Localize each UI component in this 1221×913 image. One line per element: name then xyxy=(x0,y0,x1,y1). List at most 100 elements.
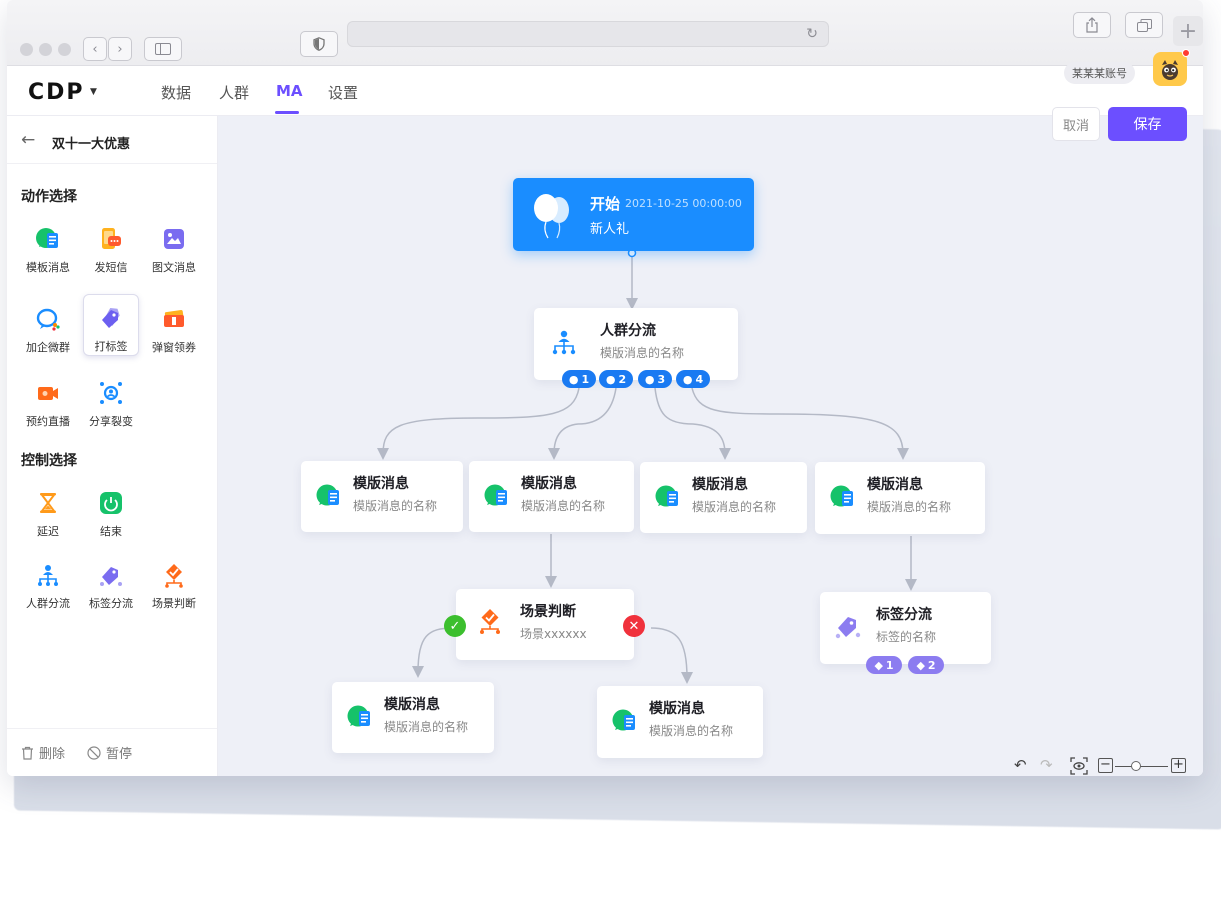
start-node[interactable]: 开始 2021-10-25 00:00:00 新人礼 xyxy=(513,178,754,251)
tool-delay[interactable]: 延迟 xyxy=(20,480,76,542)
tool-tag-split[interactable]: 标签分流 xyxy=(83,552,139,614)
undo-icon[interactable]: ↶ xyxy=(1014,756,1027,774)
reload-icon[interactable]: ↻ xyxy=(806,26,818,42)
chevron-down-icon[interactable]: ▼ xyxy=(90,87,97,97)
image-text-icon xyxy=(164,229,184,249)
left-panel: ← 双十一大优惠 动作选择 模板消息 发短信 图文消息 加企微群 打标签 弹窗领… xyxy=(7,116,218,776)
crowd-branch-4[interactable]: ● 4 xyxy=(676,370,710,388)
zoom-in-icon[interactable]: + xyxy=(1171,758,1186,773)
zoom-slider-handle[interactable] xyxy=(1131,761,1141,771)
trash-icon xyxy=(22,746,33,760)
sidebar-toggle-icon[interactable] xyxy=(144,37,182,61)
cdp-logo[interactable]: CDP xyxy=(28,80,85,105)
message-node-2[interactable]: 模版消息 模版消息的名称 xyxy=(469,461,634,532)
coupon-icon xyxy=(164,309,184,327)
edge-crowd-3 xyxy=(654,387,731,460)
message-subtitle: 模版消息的名称 xyxy=(384,720,469,734)
browser-forward-icon[interactable]: › xyxy=(108,37,132,61)
tag-branch-2[interactable]: ◆ 2 xyxy=(908,656,944,674)
pause-button[interactable]: 暂停 xyxy=(87,743,132,762)
share-icon[interactable] xyxy=(1073,12,1111,38)
message-node-1[interactable]: 模版消息 模版消息的名称 xyxy=(301,461,463,532)
tool-share-fission[interactable]: 分享裂变 xyxy=(83,370,139,432)
template-message-icon xyxy=(655,485,678,507)
tool-label: 模板消息 xyxy=(26,261,70,274)
branch-label: 2 xyxy=(618,372,627,386)
crowd-branch-1[interactable]: ● 1 xyxy=(562,370,596,388)
tabs-overview-icon[interactable] xyxy=(1125,12,1163,38)
branch-label: 2 xyxy=(927,658,936,672)
window-minimize-dot[interactable] xyxy=(39,43,52,56)
back-arrow-icon[interactable]: ← xyxy=(21,130,35,150)
no-branch-close-icon[interactable]: ✕ xyxy=(623,615,645,637)
tool-label: 分享裂变 xyxy=(89,415,133,428)
template-message-icon xyxy=(484,484,507,506)
tag-split-icon xyxy=(100,567,122,586)
tool-live-booking[interactable]: 预约直播 xyxy=(20,370,76,432)
window-close-dot[interactable] xyxy=(20,43,33,56)
tool-tag[interactable]: 打标签 xyxy=(83,294,139,356)
address-bar[interactable]: ↻ xyxy=(347,21,829,47)
app-header: CDP ▼ 数据 人群 MA 设置 某某某账号 xyxy=(7,49,1203,116)
message-title: 模版消息 xyxy=(353,476,409,492)
window-zoom-dot[interactable] xyxy=(58,43,71,56)
delete-button[interactable]: 删除 xyxy=(21,743,65,762)
message-node-3[interactable]: 模版消息 模版消息的名称 xyxy=(640,462,807,533)
tool-label: 标签分流 xyxy=(89,597,133,610)
shield-icon[interactable] xyxy=(300,31,338,57)
tool-scene-judge[interactable]: 场景判断 xyxy=(146,552,202,614)
tool-wecom-group[interactable]: 加企微群 xyxy=(20,296,76,358)
tool-sms[interactable]: 发短信 xyxy=(83,216,139,278)
zoom-slider-track[interactable] xyxy=(1115,766,1168,767)
tool-image-text[interactable]: 图文消息 xyxy=(146,216,202,278)
sms-icon xyxy=(102,228,121,249)
user-icon: ● xyxy=(605,372,616,386)
scene-judge-title: 场景判断 xyxy=(520,604,576,620)
tool-end[interactable]: 结束 xyxy=(83,480,139,542)
message-title: 模版消息 xyxy=(649,701,705,717)
branch-label: 3 xyxy=(657,372,666,386)
zoom-out-icon[interactable]: − xyxy=(1098,758,1113,773)
scene-judge-node[interactable]: 场景判断 场景xxxxxx xyxy=(456,589,634,660)
edge-crowd-1 xyxy=(377,387,580,460)
live-icon xyxy=(38,387,58,400)
preview-eye-icon[interactable] xyxy=(1070,757,1088,776)
tag-split-title: 标签分流 xyxy=(876,607,932,623)
pause-label: 暂停 xyxy=(106,747,133,762)
crowd-split-subtitle: 模版消息的名称 xyxy=(600,346,685,360)
tool-crowd-split[interactable]: 人群分流 xyxy=(20,552,76,614)
crowd-branch-3[interactable]: ● 3 xyxy=(638,370,672,388)
template-message-icon xyxy=(347,705,370,727)
message-subtitle: 模版消息的名称 xyxy=(692,500,777,514)
tool-popup-coupon[interactable]: 弹窗领券 xyxy=(146,296,202,358)
no-message-node[interactable]: 模版消息 模版消息的名称 xyxy=(597,686,763,758)
tool-label: 弹窗领券 xyxy=(152,341,196,354)
tag-split-node[interactable]: 标签分流 标签的名称 xyxy=(820,592,991,664)
tab-ma[interactable]: MA xyxy=(276,82,303,100)
tab-crowd[interactable]: 人群 xyxy=(219,82,249,103)
account-badge[interactable]: 某某某账号 xyxy=(1064,62,1135,84)
crowd-split-node[interactable]: 人群分流 模版消息的名称 xyxy=(534,308,738,380)
browser-back-icon[interactable]: ‹ xyxy=(83,37,107,61)
redo-icon[interactable]: ↷ xyxy=(1040,756,1053,774)
panel-footer: 删除 暂停 xyxy=(7,728,217,776)
tab-settings[interactable]: 设置 xyxy=(328,82,358,103)
message-node-4[interactable]: 模版消息 模版消息的名称 xyxy=(815,462,985,534)
forbidden-icon xyxy=(87,745,101,760)
crowd-branch-2[interactable]: ● 2 xyxy=(599,370,633,388)
message-subtitle: 模版消息的名称 xyxy=(649,724,734,738)
tool-label: 预约直播 xyxy=(26,415,70,428)
tag-icon xyxy=(102,307,120,328)
balloon-icon xyxy=(534,194,569,239)
tab-data[interactable]: 数据 xyxy=(161,82,191,103)
new-tab-icon[interactable]: + xyxy=(1173,16,1203,46)
tool-label: 延迟 xyxy=(37,525,59,538)
tool-template-message[interactable]: 模板消息 xyxy=(20,216,76,278)
tag-branch-1[interactable]: ◆ 1 xyxy=(866,656,902,674)
tag-split-subtitle: 标签的名称 xyxy=(876,630,937,644)
branch-label: 1 xyxy=(581,372,590,386)
yes-branch-check-icon[interactable]: ✓ xyxy=(444,615,466,637)
yes-message-node[interactable]: 模版消息 模版消息的名称 xyxy=(332,682,494,753)
flow-canvas[interactable]: 取消 保存 开始 2021-10-25 00:00:00 新人礼 人群分流 模版… xyxy=(218,107,1203,776)
avatar[interactable] xyxy=(1153,49,1190,86)
